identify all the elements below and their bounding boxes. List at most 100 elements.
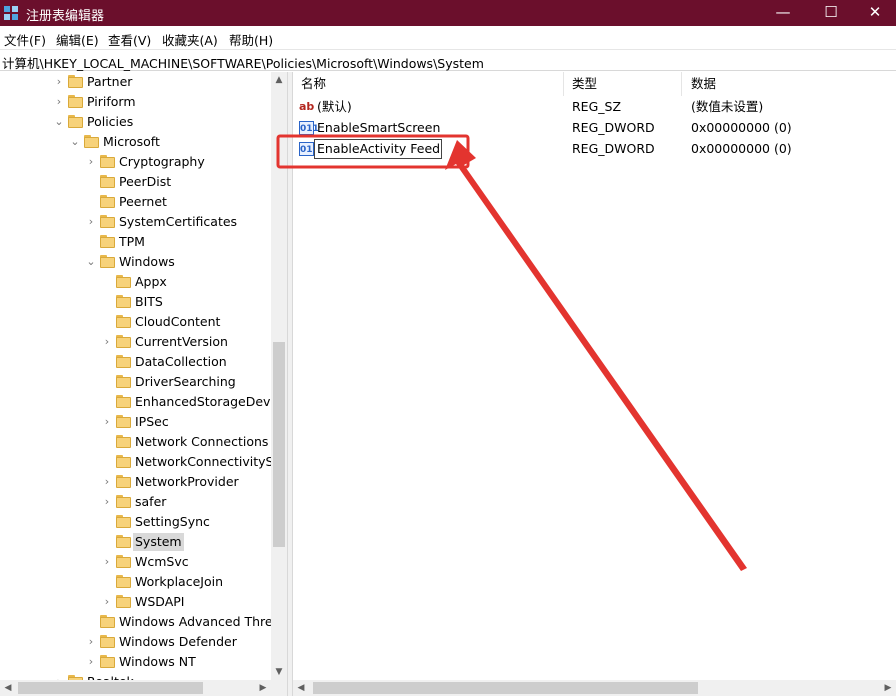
scroll-down-arrow-icon[interactable]: ▼ — [271, 664, 287, 680]
minimize-button[interactable]: — — [760, 0, 806, 26]
column-divider[interactable] — [681, 72, 682, 96]
column-header-name[interactable]: 名称 — [301, 72, 326, 96]
tree-vertical-scrollbar[interactable]: ▲ ▼ — [271, 72, 287, 680]
expand-chevron-icon[interactable]: › — [86, 216, 96, 228]
tree-node-label[interactable]: Peernet — [117, 193, 169, 211]
value-row-editing[interactable]: 011 EnableActivity Feed REG_DWORD 0x0000… — [293, 139, 896, 160]
registry-tree[interactable]: › Partner › Piriform ⌄ Policies ⌄ Microsoft › Cry… — [0, 72, 287, 696]
tree-node[interactable]: › CurrentVersion — [0, 332, 272, 352]
tree-node-label[interactable]: Windows — [117, 253, 177, 271]
tree-node-label[interactable]: Appx — [133, 273, 169, 291]
tree-node[interactable]: SettingSync — [0, 512, 272, 532]
tree-node[interactable]: › NetworkProvider — [0, 472, 272, 492]
tree-node[interactable]: NetworkConnectivityStatus — [0, 452, 287, 472]
maximize-button[interactable]: ☐ — [808, 0, 854, 26]
address-path[interactable]: 计算机\HKEY_LOCAL_MACHINE\SOFTWARE\Policies… — [2, 53, 484, 72]
tree-node-label[interactable]: Windows NT — [117, 653, 198, 671]
tree-node-label[interactable]: DataCollection — [133, 353, 229, 371]
tree-node-label[interactable]: SettingSync — [133, 513, 212, 531]
menu-help[interactable]: 帮助(H) — [229, 30, 273, 49]
expand-chevron-icon[interactable]: › — [102, 336, 112, 348]
values-list[interactable]: 名称 类型 数据 ab (默认) REG_SZ (数值未设置) 011 Enab… — [293, 72, 896, 680]
tree-node-label[interactable]: Network Connections — [133, 433, 270, 451]
tree-node[interactable]: Appx — [0, 272, 272, 292]
tree-node[interactable]: WorkplaceJoin — [0, 572, 272, 592]
column-header-type[interactable]: 类型 — [572, 72, 597, 96]
menu-file[interactable]: 文件(F) — [4, 30, 46, 49]
menu-favorites[interactable]: 收藏夹(A) — [162, 30, 218, 49]
expand-chevron-icon[interactable]: › — [102, 476, 112, 488]
scroll-left-arrow-icon[interactable]: ◀ — [0, 680, 16, 696]
tree-node[interactable]: › WcmSvc — [0, 552, 272, 572]
list-hscroll-thumb[interactable] — [313, 682, 698, 694]
collapse-chevron-icon[interactable]: ⌄ — [86, 256, 96, 268]
tree-horizontal-scrollbar[interactable]: ◀ ▶ — [0, 680, 287, 696]
tree-node[interactable]: PeerDist — [0, 172, 272, 192]
tree-node[interactable]: › Cryptography — [0, 152, 272, 172]
tree-node[interactable]: EnhancedStorageDevice — [0, 392, 287, 412]
rename-input[interactable]: EnableActivity Feed — [314, 139, 442, 159]
tree-node-label[interactable]: Policies — [85, 113, 135, 131]
tree-node[interactable]: Peernet — [0, 192, 272, 212]
tree-node-label[interactable]: safer — [133, 493, 168, 511]
column-header-data[interactable]: 数据 — [691, 72, 716, 96]
scroll-right-arrow-icon[interactable]: ▶ — [255, 680, 271, 696]
tree-node[interactable]: TPM — [0, 232, 272, 252]
tree-node[interactable]: › Windows NT — [0, 652, 272, 672]
tree-node-label[interactable]: Windows Defender — [117, 633, 239, 651]
tree-node-label[interactable]: IPSec — [133, 413, 171, 431]
tree-node-label[interactable]: Piriform — [85, 93, 138, 111]
expand-chevron-icon[interactable]: › — [102, 556, 112, 568]
tree-node-label[interactable]: CurrentVersion — [133, 333, 230, 351]
tree-node[interactable]: ⌄ Windows — [0, 252, 272, 272]
menu-edit[interactable]: 编辑(E) — [56, 30, 99, 49]
tree-node-label[interactable]: CloudContent — [133, 313, 222, 331]
value-row[interactable]: 011 EnableSmartScreen REG_DWORD 0x000000… — [293, 118, 896, 139]
tree-node[interactable]: › Partner — [0, 72, 272, 92]
tree-node-label[interactable]: NetworkConnectivityStatus — [133, 453, 287, 471]
tree-node[interactable]: DataCollection — [0, 352, 272, 372]
tree-node[interactable]: › Windows Defender — [0, 632, 272, 652]
close-button[interactable]: ✕ — [852, 0, 896, 26]
tree-node-label[interactable]: SystemCertificates — [117, 213, 239, 231]
tree-node-label[interactable]: BITS — [133, 293, 165, 311]
collapse-chevron-icon[interactable]: ⌄ — [70, 136, 80, 148]
tree-node-label[interactable]: System — [133, 533, 184, 551]
tree-node-label[interactable]: PeerDist — [117, 173, 173, 191]
tree-node[interactable]: Network Connections — [0, 432, 272, 452]
tree-node[interactable]: › Piriform — [0, 92, 272, 112]
tree-node[interactable]: › safer — [0, 492, 272, 512]
scroll-left-arrow-icon[interactable]: ◀ — [293, 680, 309, 696]
column-divider[interactable] — [563, 72, 564, 96]
tree-node[interactable]: › WSDAPI — [0, 592, 272, 612]
expand-chevron-icon[interactable]: › — [102, 416, 112, 428]
tree-node-label[interactable]: TPM — [117, 233, 147, 251]
tree-hscroll-thumb[interactable] — [18, 682, 203, 694]
tree-node[interactable]: System — [0, 532, 272, 552]
tree-node-label[interactable]: WcmSvc — [133, 553, 191, 571]
tree-node-label[interactable]: DriverSearching — [133, 373, 238, 391]
tree-node[interactable]: › SystemCertificates — [0, 212, 272, 232]
menu-view[interactable]: 查看(V) — [108, 30, 151, 49]
expand-chevron-icon[interactable]: › — [102, 496, 112, 508]
expand-chevron-icon[interactable]: › — [54, 96, 64, 108]
tree-node-label[interactable]: WSDAPI — [133, 593, 186, 611]
tree-node[interactable]: › IPSec — [0, 412, 272, 432]
expand-chevron-icon[interactable]: › — [86, 656, 96, 668]
tree-node-label[interactable]: NetworkProvider — [133, 473, 241, 491]
collapse-chevron-icon[interactable]: ⌄ — [54, 116, 64, 128]
list-horizontal-scrollbar[interactable]: ◀ ▶ — [293, 680, 896, 696]
tree-node[interactable]: BITS — [0, 292, 272, 312]
rename-input-text[interactable]: EnableActivity Feed — [317, 141, 440, 156]
tree-node-label[interactable]: Windows Advanced Threat Protection — [117, 613, 287, 631]
tree-node[interactable]: ⌄ Policies — [0, 112, 272, 132]
scroll-up-arrow-icon[interactable]: ▲ — [271, 72, 287, 88]
expand-chevron-icon[interactable]: › — [86, 636, 96, 648]
expand-chevron-icon[interactable]: › — [102, 596, 112, 608]
tree-scroll-thumb[interactable] — [273, 342, 285, 547]
expand-chevron-icon[interactable]: › — [86, 156, 96, 168]
tree-node[interactable]: DriverSearching — [0, 372, 272, 392]
tree-node-label[interactable]: Microsoft — [101, 133, 162, 151]
value-row[interactable]: ab (默认) REG_SZ (数值未设置) — [293, 97, 896, 118]
tree-node-label[interactable]: EnhancedStorageDevice — [133, 393, 287, 411]
